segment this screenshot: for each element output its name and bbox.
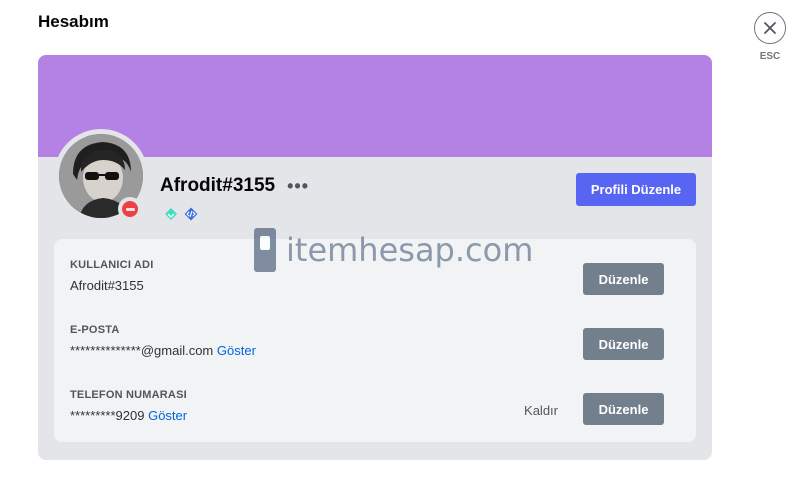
watermark: itemhesap.com <box>254 228 533 272</box>
show-phone-link[interactable]: Göster <box>148 408 187 423</box>
status-indicator <box>118 197 142 221</box>
phone-value: *********9209 <box>70 408 145 423</box>
hypesquad-balance-icon[interactable] <box>164 207 178 221</box>
close-button[interactable] <box>754 12 786 44</box>
email-field: E-POSTA **************@gmail.com Göster … <box>70 324 680 364</box>
more-options-icon[interactable]: ••• <box>287 176 309 197</box>
phone-field: TELEFON NUMARASI *********9209 Göster Ka… <box>70 389 680 429</box>
active-developer-icon[interactable] <box>184 207 198 221</box>
badge-list <box>164 207 198 221</box>
remove-phone-link[interactable]: Kaldır <box>524 403 558 418</box>
username-row: Afrodit#3155 ••• <box>160 175 309 197</box>
close-icon <box>764 22 776 34</box>
email-value: **************@gmail.com <box>70 343 214 358</box>
profile-username: Afrodit#3155 <box>160 175 276 196</box>
show-email-link[interactable]: Göster <box>217 343 256 358</box>
edit-username-button[interactable]: Düzenle <box>583 263 664 295</box>
edit-profile-button[interactable]: Profili Düzenle <box>576 173 696 206</box>
edit-email-button[interactable]: Düzenle <box>583 328 664 360</box>
profile-banner <box>38 55 712 157</box>
esc-label: ESC <box>759 51 781 62</box>
page-title: Hesabım <box>38 12 109 31</box>
do-not-disturb-icon <box>122 201 138 217</box>
close-control: ESC <box>752 12 788 62</box>
watermark-text: itemhesap.com <box>286 231 534 269</box>
watermark-logo-icon <box>254 228 276 272</box>
edit-phone-button[interactable]: Düzenle <box>583 393 664 425</box>
